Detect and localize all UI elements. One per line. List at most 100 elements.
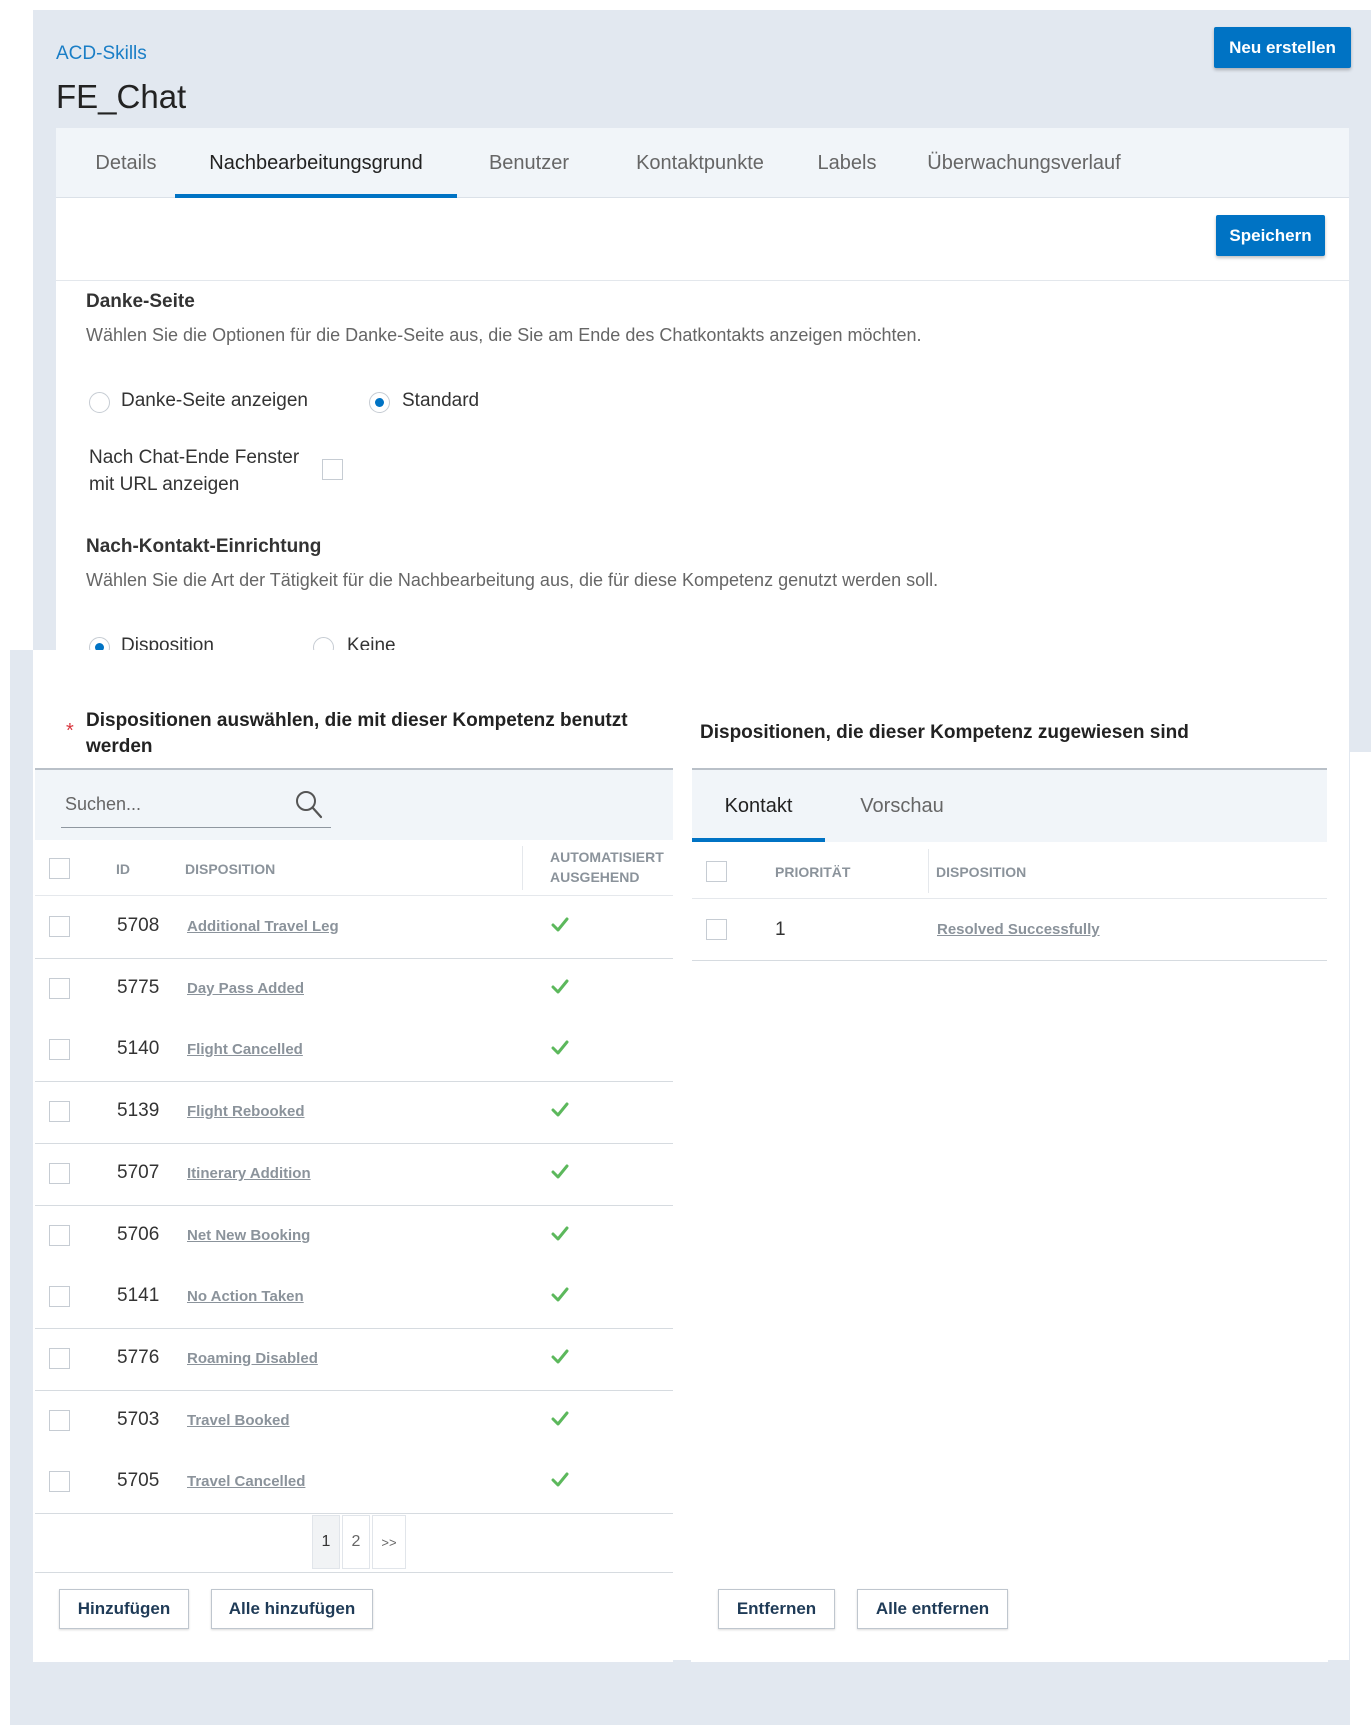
add-all-button[interactable]: Alle hinzufügen: [211, 1589, 373, 1629]
search-icon[interactable]: [295, 790, 323, 820]
row-disposition-link[interactable]: Travel Cancelled: [187, 1473, 305, 1490]
table-row: 5139 Flight Rebooked: [35, 1082, 673, 1144]
tab-kontakt[interactable]: Kontakt: [692, 770, 825, 842]
assigned-disposition-link[interactable]: Resolved Successfully: [937, 921, 1100, 938]
col-automated-line1: AUTOMATISIERT: [550, 849, 664, 865]
tab-vorschau[interactable]: Vorschau: [837, 770, 967, 842]
row-disposition-link[interactable]: Day Pass Added: [187, 980, 304, 997]
tab-benutzer[interactable]: Benutzer: [473, 128, 585, 198]
page-1-button[interactable]: 1: [312, 1515, 340, 1569]
row-id: 5707: [117, 1162, 160, 1183]
post-contact-description: Wählen Sie die Art der Tätigkeit für die…: [86, 570, 939, 590]
thank-you-description: Wählen Sie die Optionen für die Danke-Se…: [86, 325, 922, 345]
check-icon: [551, 1349, 569, 1364]
row-id: 5705: [117, 1470, 160, 1491]
select-all-checkbox[interactable]: [49, 858, 70, 879]
row-id: 5703: [117, 1409, 160, 1430]
row-checkbox[interactable]: [49, 1286, 70, 1307]
radio-standard[interactable]: [369, 392, 390, 413]
tab-nachbearbeitungsgrund[interactable]: Nachbearbeitungsgrund: [175, 128, 457, 198]
check-icon: [551, 1102, 569, 1117]
url-window-checkbox[interactable]: [322, 459, 343, 480]
row-checkbox[interactable]: [49, 1101, 70, 1122]
left-panel-title-line1: Dispositionen auswählen, die mit dieser …: [86, 710, 628, 731]
pager-rule: [35, 1572, 673, 1573]
new-button[interactable]: Neu erstellen: [1214, 27, 1351, 68]
thank-you-title: Danke-Seite: [86, 291, 195, 312]
pagination: 1 2 >>: [312, 1515, 406, 1569]
table-row: 5776 Roaming Disabled: [35, 1329, 673, 1391]
row-disposition-link[interactable]: Roaming Disabled: [187, 1350, 318, 1367]
assigned-row: 1 Resolved Successfully: [692, 899, 1327, 961]
row-checkbox[interactable]: [49, 1471, 70, 1492]
next-page-button[interactable]: >>: [372, 1515, 406, 1569]
row-disposition-link[interactable]: No Action Taken: [187, 1288, 304, 1305]
remove-all-button[interactable]: Alle entfernen: [857, 1589, 1008, 1629]
post-contact-title: Nach-Kontakt-Einrichtung: [86, 536, 322, 557]
right-panel-title: Dispositionen, die dieser Kompetenz zuge…: [700, 722, 1189, 743]
radio-show-thank-you-label: Danke-Seite anzeigen: [121, 390, 308, 411]
table-row: 5141 No Action Taken: [35, 1267, 673, 1329]
required-marker: *: [66, 720, 74, 742]
table-row: 5140 Flight Cancelled: [35, 1020, 673, 1082]
table-row: 5708 Additional Travel Leg: [35, 897, 673, 959]
row-checkbox[interactable]: [49, 916, 70, 937]
row-disposition-link[interactable]: Additional Travel Leg: [187, 918, 339, 935]
url-window-label-line2: mit URL anzeigen: [89, 474, 240, 495]
page-title: FE_Chat: [56, 78, 187, 115]
check-icon: [551, 1164, 569, 1179]
col-id: ID: [116, 861, 130, 877]
table-row: 5703 Travel Booked: [35, 1391, 673, 1453]
tab-kontaktpunkte[interactable]: Kontaktpunkte: [614, 128, 786, 198]
add-button[interactable]: Hinzufügen: [59, 1589, 189, 1629]
assigned-priority: 1: [775, 919, 786, 940]
row-disposition-link[interactable]: Net New Booking: [187, 1227, 310, 1244]
col-automated-line2: AUSGEHEND: [550, 869, 640, 885]
assigned-row-checkbox[interactable]: [706, 919, 727, 940]
row-id: 5776: [117, 1347, 160, 1368]
column-separator: [928, 849, 929, 893]
row-id: 5708: [117, 915, 160, 936]
row-disposition-link[interactable]: Flight Cancelled: [187, 1041, 303, 1058]
tab-labels[interactable]: Labels: [806, 128, 888, 198]
row-id: 5140: [117, 1038, 160, 1059]
right-table-header: PRIORITÄT DISPOSITION: [692, 843, 1327, 899]
row-checkbox[interactable]: [49, 978, 70, 999]
select-all-assigned-checkbox[interactable]: [706, 861, 727, 882]
breadcrumb-acd-skills[interactable]: ACD-Skills: [56, 43, 147, 65]
column-separator: [522, 846, 523, 890]
radio-show-thank-you[interactable]: [89, 392, 110, 413]
table-row: 5707 Itinerary Addition: [35, 1144, 673, 1206]
check-icon: [551, 1472, 569, 1487]
check-icon: [551, 917, 569, 932]
save-button[interactable]: Speichern: [1216, 215, 1325, 256]
col-assigned-disposition: DISPOSITION: [936, 864, 1027, 880]
tab-bar: Details Nachbearbeitungsgrund Benutzer K…: [56, 128, 1349, 198]
row-id: 5706: [117, 1224, 160, 1245]
table-row: 5705 Travel Cancelled: [35, 1452, 673, 1514]
url-window-label-line1: Nach Chat-Ende Fenster: [89, 447, 300, 468]
row-id: 5775: [117, 977, 160, 998]
row-checkbox[interactable]: [49, 1410, 70, 1431]
row-checkbox[interactable]: [49, 1348, 70, 1369]
check-icon: [551, 1411, 569, 1426]
row-disposition-link[interactable]: Itinerary Addition: [187, 1165, 311, 1182]
row-disposition-link[interactable]: Travel Booked: [187, 1412, 290, 1429]
check-icon: [551, 1287, 569, 1302]
check-icon: [551, 1226, 569, 1241]
remove-button[interactable]: Entfernen: [718, 1589, 835, 1629]
table-row: 5775 Day Pass Added: [35, 959, 673, 1021]
page-2-button[interactable]: 2: [342, 1515, 370, 1569]
search-input[interactable]: [61, 782, 331, 828]
row-checkbox[interactable]: [49, 1039, 70, 1060]
row-checkbox[interactable]: [49, 1163, 70, 1184]
row-disposition-link[interactable]: Flight Rebooked: [187, 1103, 305, 1120]
col-priority: PRIORITÄT: [775, 864, 851, 880]
col-disposition: DISPOSITION: [185, 861, 276, 877]
tab-details[interactable]: Details: [72, 128, 180, 198]
row-checkbox[interactable]: [49, 1225, 70, 1246]
row-id: 5141: [117, 1285, 160, 1306]
divider: [56, 280, 1349, 281]
tab-ueberwachungsverlauf[interactable]: Überwachungsverlauf: [916, 128, 1132, 198]
left-table-header: ID DISPOSITION AUTOMATISIERT AUSGEHEND: [35, 840, 673, 896]
